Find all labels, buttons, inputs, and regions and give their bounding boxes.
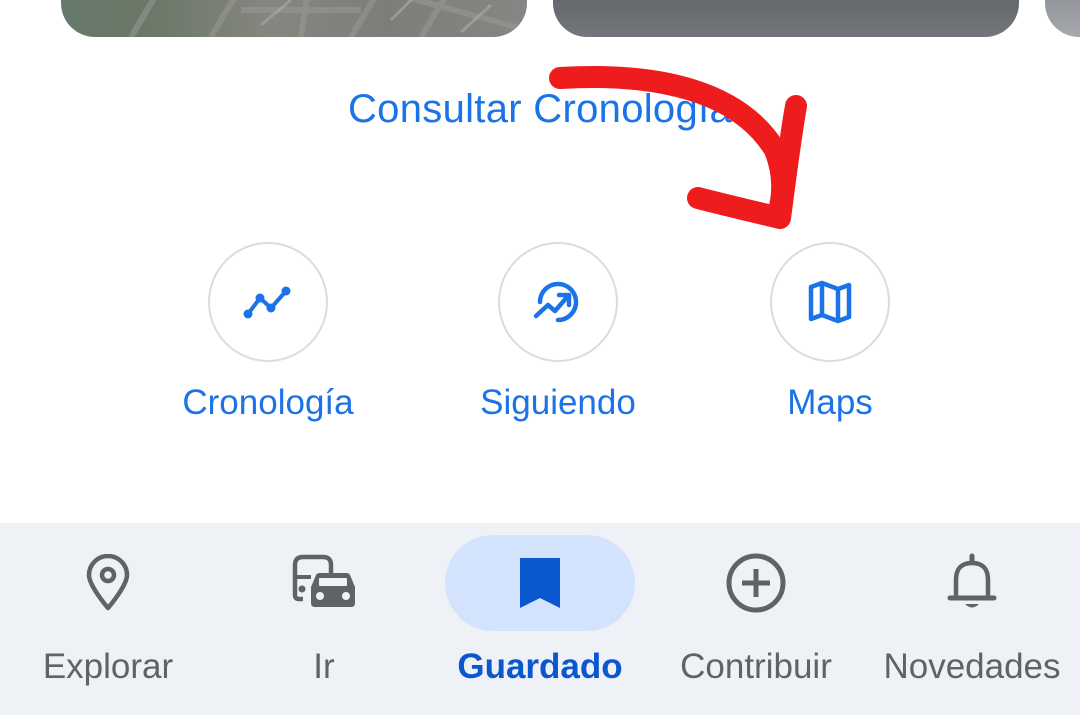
bookmark-icon bbox=[520, 558, 560, 608]
nav-icon-container bbox=[661, 535, 851, 631]
nav-icon-container bbox=[877, 535, 1067, 631]
nav-icon-container bbox=[13, 535, 203, 631]
add-circle-icon bbox=[726, 553, 786, 613]
bottom-navigation: Explorar Ir Guardado Contribuir Novedade… bbox=[0, 523, 1080, 715]
shortcut-timeline[interactable]: Cronología bbox=[138, 242, 398, 424]
map-icon bbox=[808, 280, 852, 324]
shortcut-label: Cronología bbox=[182, 383, 354, 422]
next-thumbnail-card[interactable] bbox=[1045, 0, 1080, 37]
map-thumbnail bbox=[128, 0, 527, 37]
photo-thumbnail-card[interactable] bbox=[553, 0, 1019, 37]
map-thumbnail-card[interactable] bbox=[61, 0, 527, 37]
shortcut-maps[interactable]: Maps bbox=[700, 242, 960, 424]
nav-updates[interactable]: Novedades bbox=[864, 523, 1080, 715]
location-pin-icon bbox=[86, 554, 130, 611]
timeline-icon bbox=[243, 286, 291, 319]
nav-contribute[interactable]: Contribuir bbox=[648, 523, 864, 715]
maps-button[interactable] bbox=[770, 242, 890, 362]
view-timeline-link[interactable]: Consultar Cronología bbox=[0, 84, 1080, 134]
nav-active-pill bbox=[445, 535, 635, 631]
timeline-button[interactable] bbox=[208, 242, 328, 362]
shortcut-label: Siguiendo bbox=[480, 383, 636, 422]
nav-explore[interactable]: Explorar bbox=[0, 523, 216, 715]
nav-icon-container bbox=[229, 535, 419, 631]
following-trend-icon bbox=[533, 281, 579, 323]
following-button[interactable] bbox=[498, 242, 618, 362]
shortcut-label: Maps bbox=[787, 383, 873, 422]
nav-saved[interactable]: Guardado bbox=[432, 523, 648, 715]
nav-go[interactable]: Ir bbox=[216, 523, 432, 715]
bell-icon bbox=[947, 553, 997, 608]
shortcut-following[interactable]: Siguiendo bbox=[428, 242, 688, 424]
nav-label: Novedades bbox=[883, 647, 1061, 686]
commute-icon bbox=[292, 554, 355, 607]
